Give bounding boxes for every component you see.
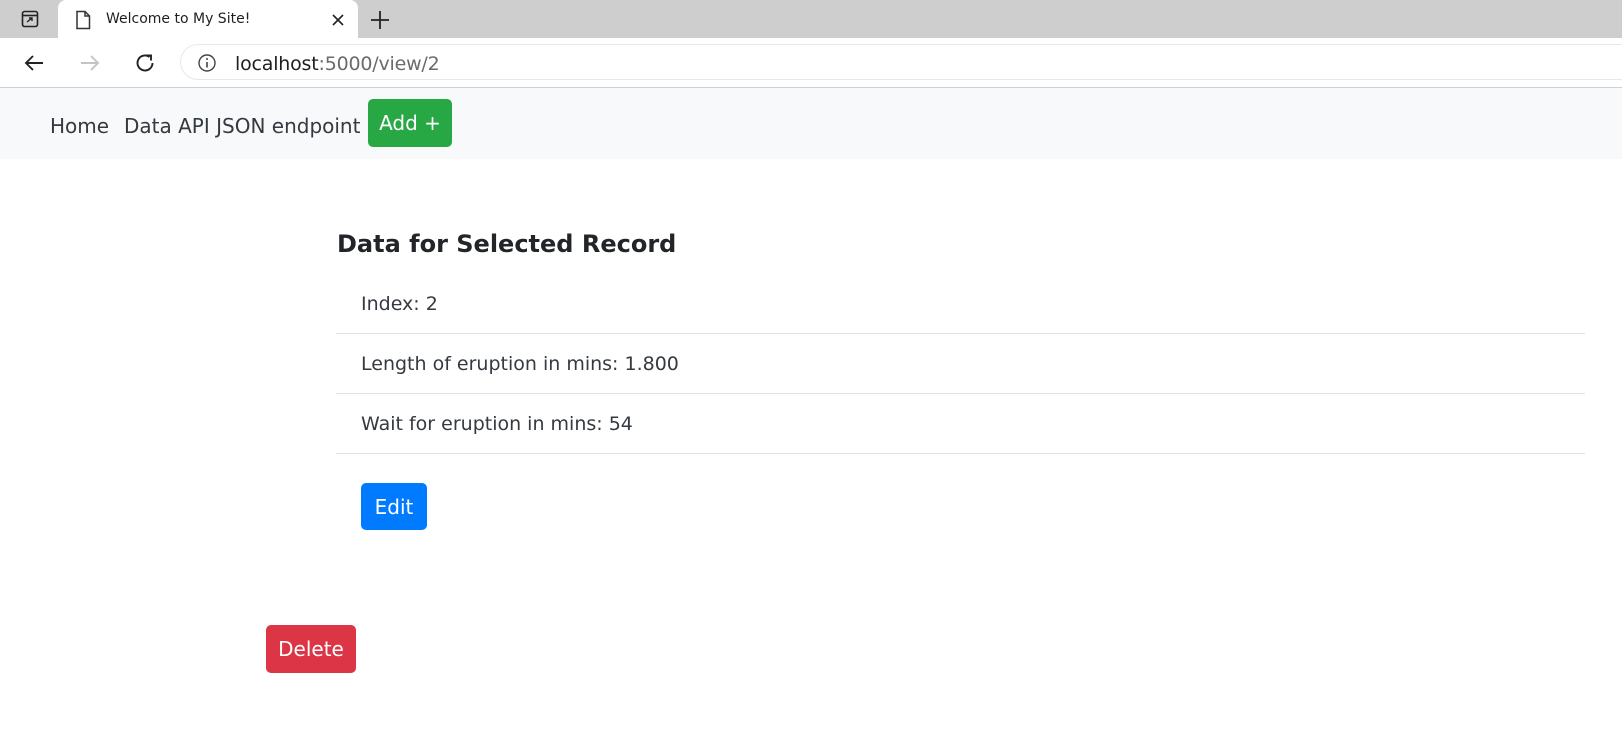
edit-button[interactable]: Edit [361,483,427,530]
plus-icon[interactable] [368,8,392,32]
page-title: Data for Selected Record [337,230,677,258]
browser-tab-strip: Welcome to My Site! [0,0,1622,40]
browser-tab[interactable]: Welcome to My Site! [58,0,358,40]
delete-button[interactable]: Delete [266,625,356,673]
nav-link-data-api[interactable]: Data API JSON endpoint [124,114,360,138]
reload-icon[interactable] [133,51,157,75]
address-bar[interactable]: localhost:5000/view/2 [180,44,1622,80]
url-host: localhost [235,53,319,75]
url-text: localhost:5000/view/2 [235,53,440,75]
info-icon[interactable] [197,53,217,78]
record-eruption-length: Length of eruption in mins: 1.800 [361,353,679,375]
tab-title: Welcome to My Site! [106,11,251,27]
record-detail-list: Index: 2 Length of eruption in mins: 1.8… [336,274,1585,454]
back-arrow-icon[interactable] [22,51,46,75]
record-eruption-wait: Wait for eruption in mins: 54 [361,413,633,435]
url-path: :5000/view/2 [318,53,440,75]
list-item: Wait for eruption in mins: 54 [336,394,1585,454]
list-item: Index: 2 [336,274,1585,334]
site-navbar: Home Data API JSON endpoint Add + [0,88,1622,159]
page-icon [74,10,92,35]
add-button[interactable]: Add + [368,99,452,147]
browser-toolbar: localhost:5000/view/2 [0,38,1622,88]
forward-arrow-icon[interactable] [78,51,102,75]
record-index: Index: 2 [361,293,438,315]
nav-link-home[interactable]: Home [50,114,109,138]
tab-actions-icon[interactable] [10,6,50,32]
list-item: Length of eruption in mins: 1.800 [336,334,1585,394]
close-icon[interactable] [330,12,346,28]
